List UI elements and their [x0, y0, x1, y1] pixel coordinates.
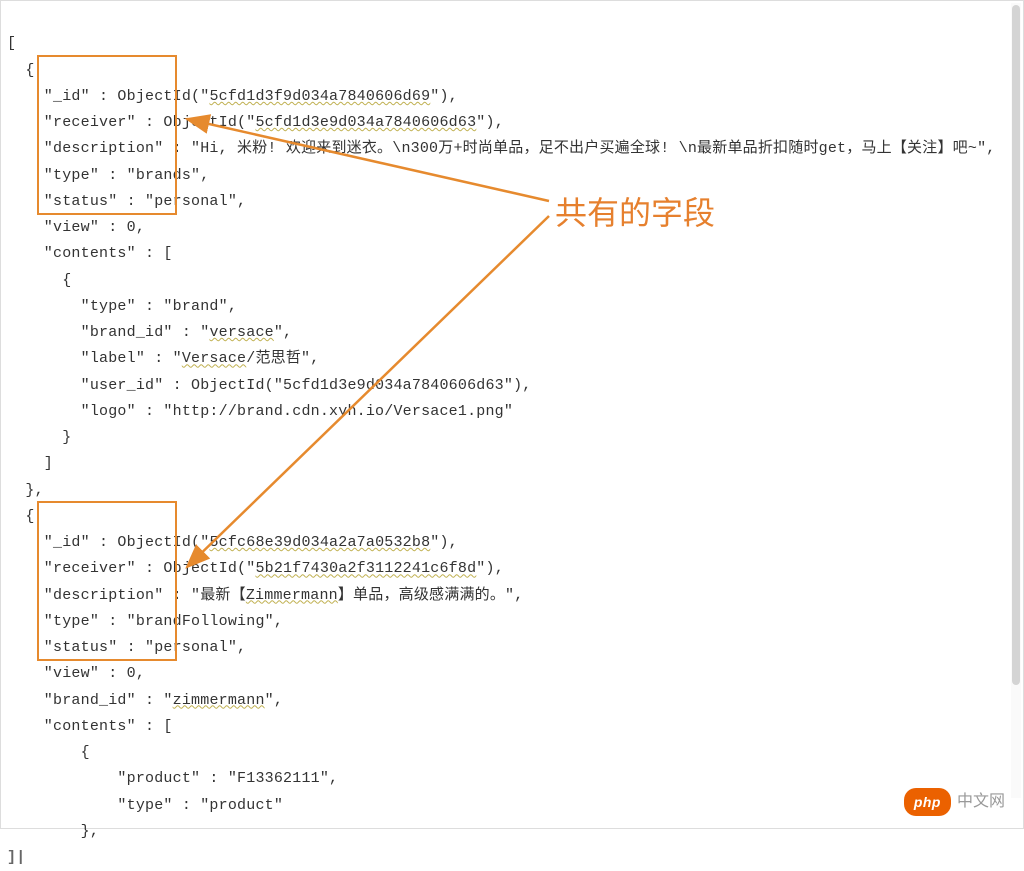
code-line: "type" : "brand", — [7, 298, 237, 315]
scrollbar-thumb[interactable] — [1012, 5, 1020, 685]
watermark: php 中文网 — [904, 788, 1005, 817]
code-line: { — [7, 62, 35, 79]
code-line: }, — [7, 482, 44, 499]
code-line: "user_id" : ObjectId("5cfd1d3e9d034a7840… — [7, 377, 531, 394]
highlight-box-bottom — [37, 501, 177, 661]
code-line: "view" : 0, — [7, 665, 145, 682]
code-line: }, — [7, 823, 99, 840]
code-line: "brand_id" : "zimmermann", — [7, 692, 283, 709]
scrollbar-track[interactable] — [1011, 3, 1021, 798]
code-line: "contents" : [ — [7, 718, 173, 735]
code-line: "contents" : [ — [7, 245, 173, 262]
highlight-box-top — [37, 55, 177, 215]
code-line: "view" : 0, — [7, 219, 145, 236]
code-line: { — [7, 272, 71, 289]
annotation-label: 共有的字段 — [555, 185, 715, 241]
code-line: "label" : "Versace/范思哲", — [7, 350, 319, 367]
code-line: "type" : "product" — [7, 797, 283, 814]
code-line: { — [7, 508, 35, 525]
code-line: "product" : "F13362111", — [7, 770, 338, 787]
watermark-text: 中文网 — [957, 788, 1005, 816]
code-cursor: ]| — [7, 849, 25, 866]
code-line: } — [7, 429, 71, 446]
code-line: "logo" : "http://brand.cdn.xyh.io/Versac… — [7, 403, 513, 420]
watermark-badge: php — [904, 788, 951, 817]
code-line: "brand_id" : "versace", — [7, 324, 292, 341]
code-line: { — [7, 744, 90, 761]
code-line: ] — [7, 455, 53, 472]
code-line: [ — [7, 35, 16, 52]
